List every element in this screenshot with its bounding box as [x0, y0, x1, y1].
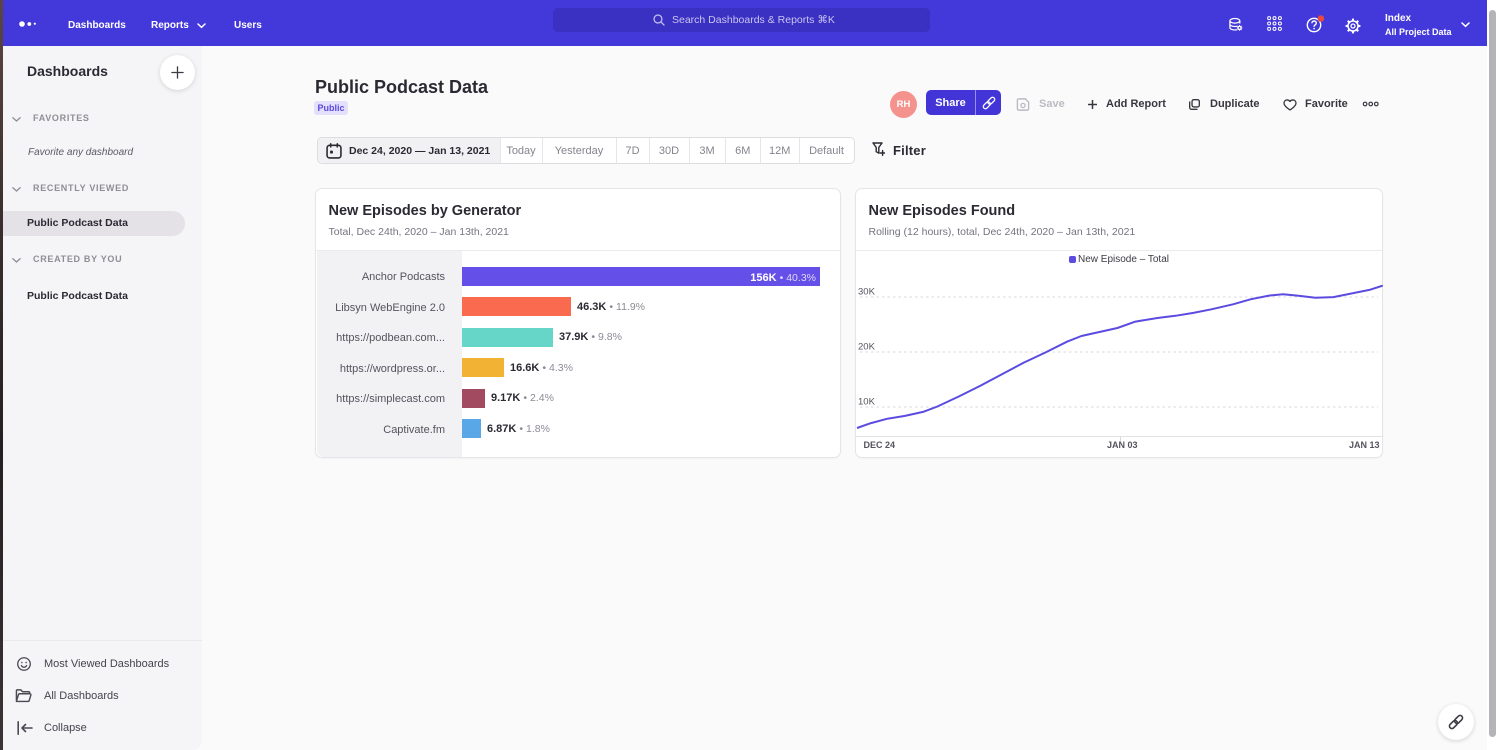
svg-text:20K: 20K — [858, 342, 876, 353]
svg-text:30K: 30K — [858, 287, 876, 298]
svg-text:10K: 10K — [858, 397, 876, 408]
